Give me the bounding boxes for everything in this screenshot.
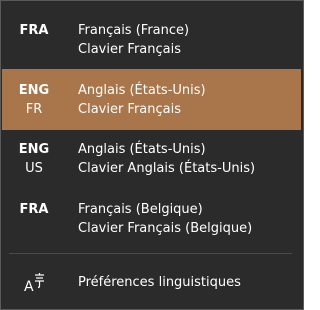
language-name: Anglais (États-Unis) — [78, 142, 206, 157]
keyboard-name: Clavier Français — [78, 102, 182, 117]
divider — [9, 253, 292, 254]
language-abbr: ENG — [18, 83, 50, 98]
language-item-fra-france[interactable]: FRA Français (France) Clavier Français — [2, 3, 301, 64]
svg-text:A: A — [24, 279, 34, 295]
language-settings-icon: A — [22, 271, 46, 295]
input-language-flyout: FRA Français (France) Clavier Français E… — [0, 0, 304, 310]
language-item-eng-us[interactable]: ENG US Anglais (États-Unis) Clavier Angl… — [2, 132, 301, 193]
keyboard-abbr: US — [25, 161, 43, 176]
keyboard-name: Clavier Français — [78, 42, 182, 57]
language-name: Français (France) — [78, 23, 190, 38]
keyboard-abbr: FR — [25, 102, 43, 117]
language-item-fra-belgique[interactable]: FRA Français (Belgique) Clavier Français… — [2, 191, 301, 252]
language-abbr: FRA — [19, 23, 49, 38]
language-code: ENG US — [2, 140, 66, 178]
keyboard-name: Clavier Anglais (États-Unis) — [78, 161, 256, 176]
keyboard-name: Clavier Français (Belgique) — [78, 221, 253, 236]
language-preferences-link[interactable]: A Préférences linguistiques — [2, 263, 301, 301]
language-abbr: FRA — [19, 202, 49, 217]
language-text: Anglais (États-Unis) Clavier Français — [78, 81, 206, 119]
language-code: ENG FR — [2, 81, 66, 119]
language-name: Français (Belgique) — [78, 202, 203, 217]
language-item-eng-fr[interactable]: ENG FR Anglais (États-Unis) Clavier Fran… — [2, 69, 301, 130]
language-text: Anglais (États-Unis) Clavier Anglais (Ét… — [78, 140, 255, 178]
language-name: Anglais (États-Unis) — [78, 83, 206, 98]
language-abbr: ENG — [18, 142, 50, 157]
language-code: FRA — [2, 21, 66, 40]
language-preferences-label: Préférences linguistiques — [78, 275, 241, 290]
language-text: Français (Belgique) Clavier Français (Be… — [78, 200, 252, 238]
language-text: Français (France) Clavier Français — [78, 21, 189, 59]
language-code: FRA — [2, 200, 66, 219]
